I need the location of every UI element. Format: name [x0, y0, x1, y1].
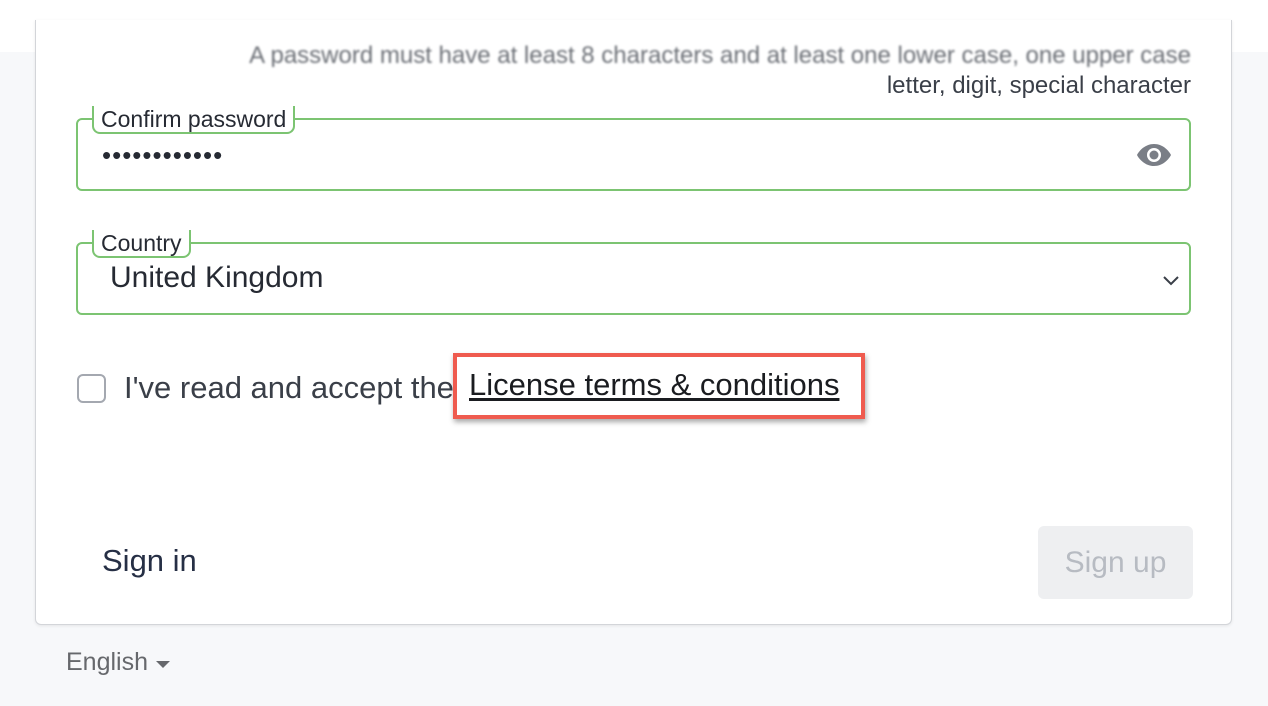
language-selector[interactable]: English: [66, 648, 170, 677]
sign-up-button[interactable]: Sign up: [1038, 526, 1193, 599]
accept-terms-checkbox[interactable]: [77, 374, 106, 403]
language-label: English: [66, 648, 148, 676]
country-label: Country: [92, 230, 191, 258]
eye-icon[interactable]: [1135, 140, 1173, 170]
accept-terms-text: I've read and accept the: [124, 370, 454, 405]
password-hint-line2: letter, digit, special character: [886, 72, 1191, 99]
sign-in-link[interactable]: Sign in: [102, 543, 197, 579]
terms-link-highlight: License terms & conditions: [453, 353, 865, 419]
country-value[interactable]: United Kingdom: [110, 261, 323, 295]
signup-form-card: A password must have at least 8 characte…: [35, 20, 1232, 625]
confirm-password-field[interactable]: Confirm password ••••••••••••: [76, 106, 1191, 191]
license-terms-link[interactable]: License terms & conditions: [469, 367, 839, 403]
password-hint: A password must have at least 8 characte…: [76, 42, 1191, 105]
chevron-down-icon[interactable]: [1161, 270, 1181, 290]
password-hint-line1: A password must have at least 8 characte…: [249, 42, 1191, 67]
country-select[interactable]: Country United Kingdom: [76, 230, 1191, 315]
confirm-password-input[interactable]: ••••••••••••: [102, 140, 223, 171]
accept-terms-row: I've read and accept the License terms &…: [76, 353, 976, 419]
confirm-password-label: Confirm password: [92, 106, 296, 134]
caret-down-icon: [156, 661, 170, 668]
